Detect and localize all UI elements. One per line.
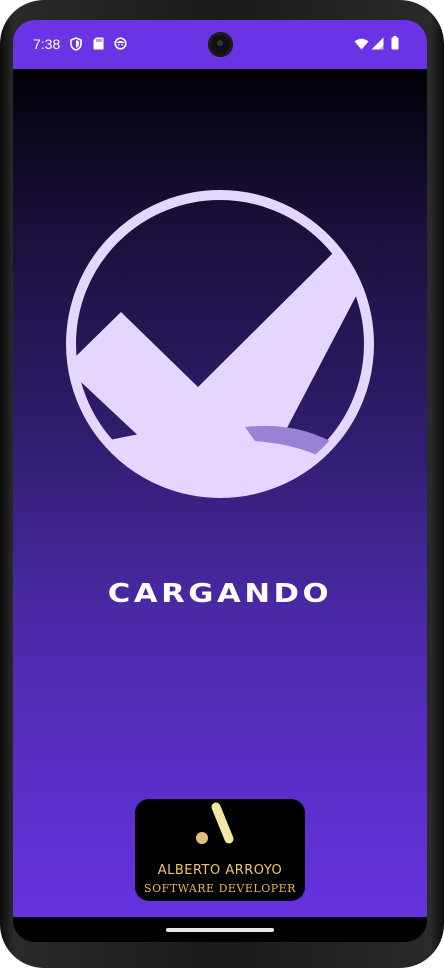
wifi-icon <box>354 38 369 50</box>
developer-logo-icon <box>196 802 234 844</box>
check-circle-logo-icon <box>66 190 374 498</box>
shield-icon <box>70 37 82 51</box>
phone-frame: 7:38 CARGANDO ALBERTO ARROYO SOFTWARE DE… <box>0 0 444 968</box>
signal-icon <box>371 37 384 50</box>
developer-role: SOFTWARE DEVELOPER <box>144 882 296 895</box>
phone-screen: 7:38 CARGANDO ALBERTO ARROYO SOFTWARE DE… <box>13 20 427 942</box>
battery-icon <box>391 36 399 50</box>
status-time: 7:38 <box>33 36 61 52</box>
front-camera <box>208 32 233 57</box>
status-bar: 7:38 <box>13 20 427 69</box>
splash-screen: CARGANDO ALBERTO ARROYO SOFTWARE DEVELOP… <box>13 69 427 917</box>
home-gesture-handle[interactable] <box>166 928 274 932</box>
face-icon <box>114 37 127 50</box>
developer-badge: ALBERTO ARROYO SOFTWARE DEVELOPER <box>135 799 305 901</box>
sd-card-icon <box>93 37 104 50</box>
navigation-bar <box>13 917 427 942</box>
loading-label: CARGANDO <box>107 579 333 609</box>
developer-name: ALBERTO ARROYO <box>157 863 283 878</box>
